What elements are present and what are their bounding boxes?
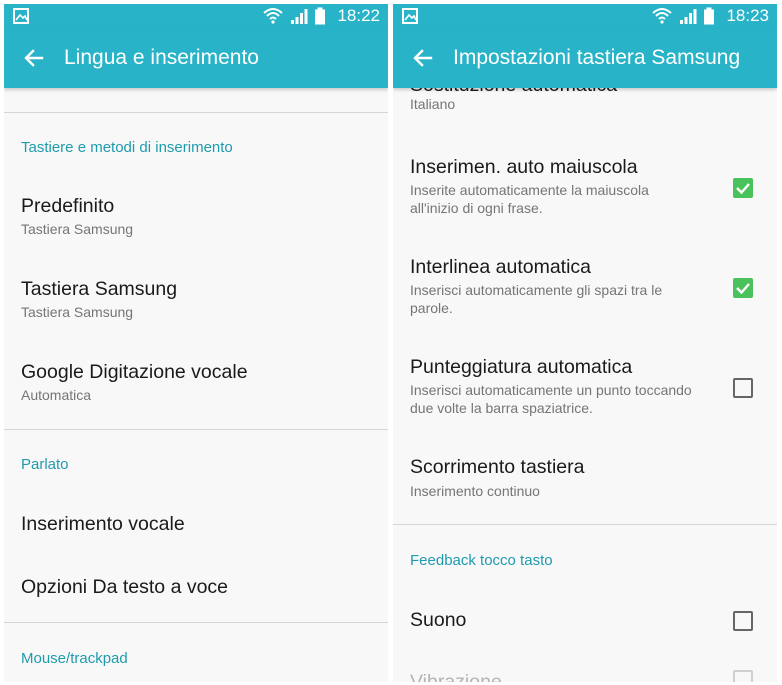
setting-title: Google Digitazione vocale	[21, 361, 248, 383]
back-arrow-icon[interactable]	[411, 46, 435, 70]
wifi-icon	[263, 8, 283, 24]
setting-subtitle: Italiano	[410, 96, 456, 112]
setting-title: Inserimen. auto maiuscola	[410, 156, 638, 178]
settings-list: Tastiere e metodi di inserimento Predefi…	[4, 88, 388, 682]
signal-icon	[291, 9, 308, 24]
setting-title: Inserimento vocale	[21, 513, 185, 535]
setting-title: Suono	[410, 609, 467, 631]
section-header-mouse: Mouse/trackpad	[21, 650, 128, 667]
setting-subtitle: Automatica	[21, 387, 92, 403]
battery-icon	[704, 7, 714, 25]
setting-item-vibration[interactable]: Vibrazione	[393, 659, 777, 682]
setting-item-text-to-speech[interactable]: Opzioni Da testo a voce	[4, 563, 388, 613]
setting-item-auto-capitalize[interactable]: Inserimen. auto maiuscola Inserite autom…	[393, 144, 777, 222]
status-bar: 18:22	[4, 4, 388, 28]
status-time: 18:23	[726, 6, 769, 25]
setting-item-sound[interactable]: Suono	[393, 596, 777, 646]
setting-subtitle: Tastiera Samsung	[21, 221, 134, 237]
status-time: 18:22	[337, 6, 380, 25]
setting-item-voice-input[interactable]: Inserimento vocale	[4, 500, 388, 550]
sound-checkbox[interactable]	[733, 611, 753, 631]
setting-item-auto-spacing[interactable]: Interlinea automatica Inserisci automati…	[393, 244, 777, 322]
setting-subtitle: Inserimento continuo	[410, 483, 540, 499]
setting-subtitle: Inserisci automaticamente gli spazi tra …	[410, 282, 663, 316]
gallery-notification-icon	[13, 8, 29, 24]
check-icon	[736, 283, 750, 295]
vibration-checkbox[interactable]	[733, 670, 753, 682]
setting-title: Opzioni Da testo a voce	[21, 576, 229, 598]
check-icon	[736, 183, 750, 195]
settings-list: Sostituzione automatica Italiano Inserim…	[393, 74, 777, 682]
gallery-notification-icon	[402, 8, 418, 24]
app-bar: Impostazioni tastiera Samsung	[393, 28, 777, 88]
section-header-keyboards: Tastiere e metodi di inserimento	[21, 139, 233, 156]
divider	[4, 429, 388, 430]
page-title: Impostazioni tastiera Samsung	[453, 46, 741, 69]
auto-capitalize-checkbox[interactable]	[733, 178, 753, 198]
status-bar: 18:23	[393, 4, 777, 28]
signal-icon	[680, 9, 697, 24]
setting-subtitle: Inserisci automaticamente un punto tocca…	[410, 382, 692, 416]
setting-title: Vibrazione	[410, 671, 502, 682]
setting-item-default[interactable]: Predefinito Tastiera Samsung	[4, 183, 388, 243]
page-title: Lingua e inserimento	[64, 46, 259, 69]
setting-title: Predefinito	[21, 195, 115, 217]
divider	[393, 524, 777, 525]
setting-title: Punteggiatura automatica	[410, 356, 633, 378]
wifi-icon	[652, 8, 672, 24]
section-header-key-feedback: Feedback tocco tasto	[410, 552, 553, 569]
app-bar: Lingua e inserimento	[4, 28, 388, 88]
auto-punctuation-checkbox[interactable]	[733, 378, 753, 398]
setting-subtitle: Tastiera Samsung	[21, 304, 134, 320]
setting-item-google-voice-typing[interactable]: Google Digitazione vocale Automatica	[4, 349, 388, 409]
setting-item-keyboard-swipe[interactable]: Scorrimento tastiera Inserimento continu…	[393, 444, 777, 504]
divider	[4, 622, 388, 623]
section-header-speech: Parlato	[21, 456, 69, 473]
right-screen: 18:23 Impostazioni tastiera Samsung Sost…	[393, 4, 777, 682]
divider	[4, 112, 388, 113]
setting-title: Interlinea automatica	[410, 256, 592, 278]
setting-subtitle: Inserite automaticamente la maiuscola all…	[410, 182, 649, 216]
left-screen: 18:22 Lingua e inserimento Tastiere e me…	[4, 4, 388, 682]
setting-title: Tastiera Samsung	[21, 278, 178, 300]
back-arrow-icon[interactable]	[22, 46, 46, 70]
auto-spacing-checkbox[interactable]	[733, 278, 753, 298]
setting-item-samsung-keyboard[interactable]: Tastiera Samsung Tastiera Samsung	[4, 266, 388, 326]
battery-icon	[315, 7, 325, 25]
setting-item-auto-punctuation[interactable]: Punteggiatura automatica Inserisci autom…	[393, 344, 777, 422]
setting-title: Scorrimento tastiera	[410, 456, 585, 478]
